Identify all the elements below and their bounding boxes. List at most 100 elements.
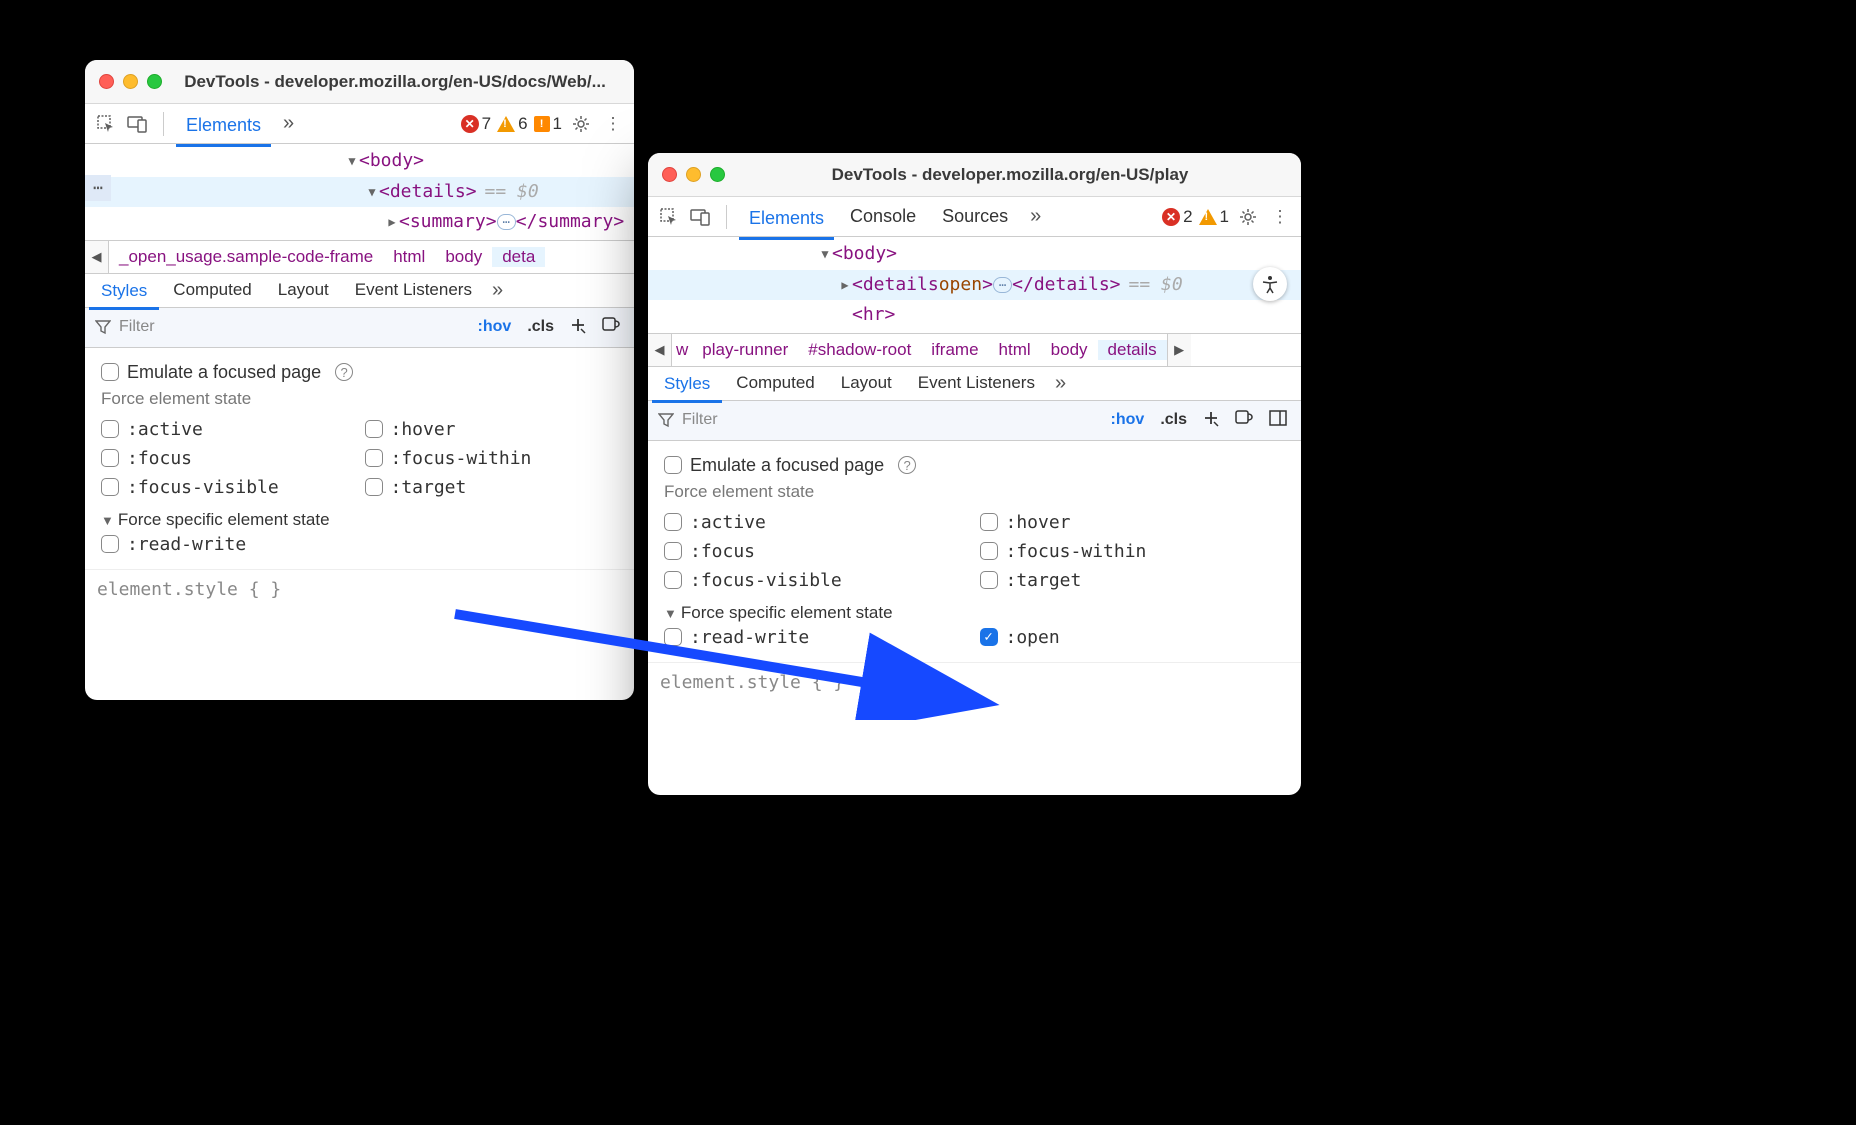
warning-count[interactable]: 6 (497, 114, 527, 134)
checkbox-focus-visible[interactable] (664, 571, 682, 589)
subtab-styles[interactable]: Styles (89, 277, 159, 310)
breadcrumb-item[interactable]: html (989, 340, 1041, 360)
error-count[interactable]: ✕7 (461, 114, 491, 134)
collapsed-dots-icon[interactable]: ⋯ (993, 277, 1012, 293)
breadcrumb-item-selected[interactable]: deta (492, 247, 545, 267)
dom-node-hr[interactable]: <hr> (852, 300, 895, 331)
inspect-icon[interactable] (656, 204, 682, 230)
dom-node-summary[interactable]: <summary> (399, 207, 497, 238)
new-style-rule-button[interactable] (566, 316, 590, 339)
gutter-ellipsis[interactable]: ⋯ (85, 175, 111, 201)
device-toggle-icon[interactable] (688, 204, 714, 230)
inspect-icon[interactable] (93, 111, 119, 137)
warning-count[interactable]: 1 (1199, 207, 1229, 227)
layout-panel-icon[interactable] (1265, 409, 1291, 432)
cls-toggle[interactable]: .cls (1156, 409, 1191, 431)
breadcrumb-item-selected[interactable]: details (1098, 340, 1167, 360)
tab-sources[interactable]: Sources (932, 202, 1018, 231)
breadcrumb-prev-button[interactable]: ◀ (85, 241, 109, 273)
error-count[interactable]: ✕2 (1162, 207, 1192, 227)
breadcrumb-prev-button[interactable]: ◀ (648, 334, 672, 366)
minimize-button[interactable] (686, 167, 701, 182)
rendering-icon[interactable] (598, 316, 624, 339)
dom-node-body[interactable]: <body> (832, 239, 897, 270)
settings-gear-icon[interactable] (1235, 204, 1261, 230)
subtab-event-listeners[interactable]: Event Listeners (906, 369, 1047, 397)
device-toggle-icon[interactable] (125, 111, 151, 137)
dom-node-details[interactable]: <details (852, 270, 939, 301)
kebab-menu-icon[interactable]: ⋮ (1267, 204, 1293, 230)
breadcrumb-item[interactable]: body (1041, 340, 1098, 360)
breadcrumb-item[interactable]: html (383, 247, 435, 267)
checkbox-open[interactable] (980, 628, 998, 646)
checkbox-target[interactable] (365, 478, 383, 496)
tab-elements[interactable]: Elements (739, 204, 834, 240)
checkbox-focus-within[interactable] (365, 449, 383, 467)
breadcrumb-item[interactable]: #shadow-root (798, 340, 921, 360)
subtab-layout[interactable]: Layout (829, 369, 904, 397)
checkbox-hover[interactable] (980, 513, 998, 531)
accessibility-icon[interactable] (1253, 267, 1287, 301)
breadcrumb-next-button[interactable]: ▶ (1167, 334, 1191, 366)
checkbox-focus-within[interactable] (980, 542, 998, 560)
help-icon[interactable]: ? (898, 456, 916, 474)
emulate-focused-checkbox[interactable] (664, 456, 682, 474)
chevron-down-icon[interactable]: ▼ (664, 606, 677, 621)
checkbox-target[interactable] (980, 571, 998, 589)
dom-tree[interactable]: ▼<body> ⋯ ▼<details> == $0 ▶<summary> ⋯ … (85, 144, 634, 240)
breadcrumb-item[interactable]: play-runner (692, 340, 798, 360)
element-style-block[interactable]: element.style { } (85, 570, 634, 609)
devtools-window-1: DevTools - developer.mozilla.org/en-US/d… (85, 60, 634, 700)
subtab-layout[interactable]: Layout (266, 276, 341, 304)
close-button[interactable] (662, 167, 677, 182)
more-subtabs-button[interactable]: » (1049, 372, 1072, 395)
checkbox-active[interactable] (664, 513, 682, 531)
cls-toggle[interactable]: .cls (523, 316, 558, 338)
breadcrumb-item[interactable]: body (435, 247, 492, 267)
state-label: :focus (127, 448, 192, 469)
subtab-styles[interactable]: Styles (652, 370, 722, 403)
checkbox-focus-visible[interactable] (101, 478, 119, 496)
checkbox-read-write[interactable] (664, 628, 682, 646)
subtab-computed[interactable]: Computed (161, 276, 263, 304)
main-toolbar: Elements Console Sources » ✕2 1 ⋮ (648, 197, 1301, 237)
new-style-rule-button[interactable] (1199, 409, 1223, 432)
dom-tree[interactable]: ▼<body> ▶ <details open> ⋯ </details> ==… (648, 237, 1301, 333)
issue-count[interactable]: !1 (534, 114, 562, 134)
subtab-event-listeners[interactable]: Event Listeners (343, 276, 484, 304)
filter-input[interactable]: Filter (95, 318, 466, 336)
emulate-focused-checkbox[interactable] (101, 363, 119, 381)
chevron-down-icon[interactable]: ▼ (101, 513, 114, 528)
close-button[interactable] (99, 74, 114, 89)
filter-input[interactable]: Filter (658, 411, 1099, 429)
tab-console[interactable]: Console (840, 202, 926, 231)
state-label: :read-write (127, 534, 246, 555)
dom-node-details[interactable]: <details> (379, 177, 477, 208)
zoom-button[interactable] (147, 74, 162, 89)
more-tabs-button[interactable]: » (1024, 205, 1047, 228)
more-tabs-button[interactable]: » (277, 112, 300, 135)
breadcrumb-item[interactable]: iframe (921, 340, 988, 360)
kebab-menu-icon[interactable]: ⋮ (600, 111, 626, 137)
dom-node-body[interactable]: <body> (359, 146, 424, 177)
checkbox-active[interactable] (101, 420, 119, 438)
breadcrumb-item[interactable]: w (672, 340, 692, 360)
hov-toggle[interactable]: :hov (1107, 409, 1149, 431)
subtab-computed[interactable]: Computed (724, 369, 826, 397)
breadcrumb-item[interactable]: _open_usage.sample-code-frame (109, 247, 383, 267)
checkbox-focus[interactable] (664, 542, 682, 560)
rendering-icon[interactable] (1231, 409, 1257, 432)
more-subtabs-button[interactable]: » (486, 279, 509, 302)
checkbox-focus[interactable] (101, 449, 119, 467)
collapsed-dots-icon[interactable]: ⋯ (497, 214, 516, 230)
hov-toggle[interactable]: :hov (474, 316, 516, 338)
element-style-block[interactable]: element.style { } (648, 663, 1301, 702)
zoom-button[interactable] (710, 167, 725, 182)
checkbox-read-write[interactable] (101, 535, 119, 553)
force-state-title: Force element state (101, 389, 618, 409)
tab-elements[interactable]: Elements (176, 111, 271, 147)
help-icon[interactable]: ? (335, 363, 353, 381)
minimize-button[interactable] (123, 74, 138, 89)
checkbox-hover[interactable] (365, 420, 383, 438)
settings-gear-icon[interactable] (568, 111, 594, 137)
